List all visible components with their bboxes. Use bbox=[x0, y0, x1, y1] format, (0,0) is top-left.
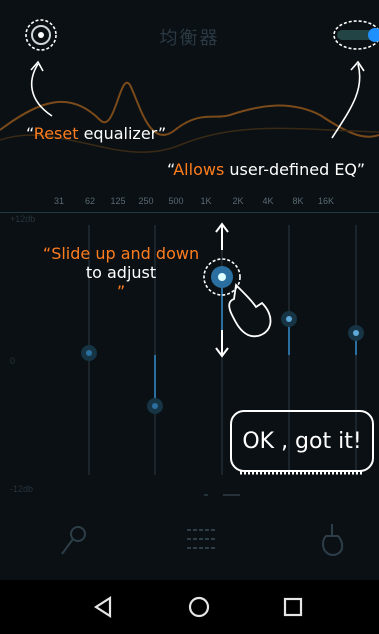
freq-label: 16K bbox=[317, 196, 334, 206]
list-icon bbox=[187, 529, 215, 549]
system-nav-bar bbox=[0, 580, 379, 634]
freq-label: 1K bbox=[200, 196, 212, 206]
reset-hint: “Reset equalizer” bbox=[26, 124, 167, 143]
recents-button[interactable] bbox=[276, 590, 310, 624]
nav-back-icon bbox=[93, 595, 112, 619]
freq-label: 8K bbox=[292, 196, 304, 206]
home-button[interactable] bbox=[182, 590, 216, 624]
equalizer-screen: 均衡器 “Reset equalizer” “Allows user-defin… bbox=[0, 0, 379, 634]
freq-label: 500 bbox=[168, 196, 184, 206]
freq-label: 2K bbox=[232, 196, 244, 206]
microphone-button[interactable] bbox=[56, 520, 96, 560]
divider bbox=[0, 212, 379, 213]
freq-label: 250 bbox=[138, 196, 154, 206]
ok-button-underline bbox=[240, 471, 362, 475]
freq-label: 31 bbox=[53, 196, 64, 206]
freq-label: 62 bbox=[84, 196, 95, 206]
freq-label: 125 bbox=[110, 196, 126, 206]
slider-knob bbox=[81, 345, 97, 361]
mode-icons bbox=[0, 520, 379, 572]
custom-eq-toggle[interactable] bbox=[333, 16, 379, 54]
guitar-icon bbox=[322, 524, 344, 556]
guitar-button[interactable] bbox=[312, 520, 352, 560]
slide-hint: “Slide up and down to adjust” bbox=[42, 244, 200, 301]
reset-icon bbox=[25, 19, 57, 51]
microphone-icon bbox=[61, 526, 86, 555]
nav-home-icon bbox=[188, 596, 210, 618]
nav-recents-icon bbox=[283, 597, 303, 617]
back-button[interactable] bbox=[86, 590, 120, 624]
frequency-labels: 31 62 125 250 500 1K 2K 4K 8K 16K bbox=[0, 196, 379, 212]
reset-button[interactable] bbox=[22, 16, 60, 54]
hand-pointer-icon bbox=[228, 283, 272, 338]
ok-got-it-button[interactable]: OK , got it! bbox=[230, 410, 374, 472]
custom-eq-hint: “Allows user-defined EQ” bbox=[167, 160, 366, 179]
top-bar: 均衡器 bbox=[0, 0, 379, 68]
list-button[interactable] bbox=[181, 520, 221, 560]
toggle-switch-icon bbox=[333, 20, 379, 50]
freq-label: 4K bbox=[262, 196, 274, 206]
